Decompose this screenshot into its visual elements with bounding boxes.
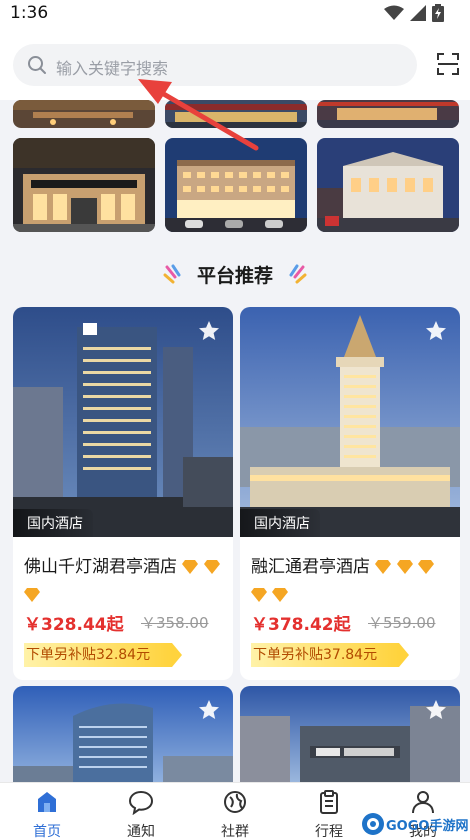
hotel-price: ￥378.42起 xyxy=(251,615,351,635)
section-header: 平台推荐 xyxy=(0,256,470,292)
tab-label: 社群 xyxy=(221,824,249,840)
hotel-thumbnail[interactable] xyxy=(13,100,155,128)
section-title: 平台推荐 xyxy=(196,264,273,287)
status-icons xyxy=(384,4,444,22)
watermark: GOGO手游网 xyxy=(360,808,470,840)
hotel-name: 融汇通君亭酒店 xyxy=(251,553,455,609)
home-icon xyxy=(38,792,56,812)
hotel-price: ￥328.44起 xyxy=(24,615,124,635)
hotel-category-tag: 国内酒店 xyxy=(240,509,320,537)
diamond-icon xyxy=(24,588,40,602)
hotel-thumbnail[interactable] xyxy=(317,100,459,128)
tab-label: 通知 xyxy=(127,824,155,840)
watermark-logo-icon xyxy=(362,813,384,835)
hotel-original-price: ￥358.00 xyxy=(141,614,209,632)
favorite-star-icon[interactable] xyxy=(424,319,448,343)
subsidy-badge: 下单另补贴32.84元 xyxy=(24,643,183,667)
hotel-thumbnail[interactable] xyxy=(165,100,307,128)
favorite-star-icon[interactable] xyxy=(424,698,448,722)
hotel-name-text: 佛山千灯湖君亭酒店 xyxy=(24,557,177,577)
chat-bubble-icon xyxy=(128,790,154,815)
community-icon xyxy=(224,791,246,813)
sparkle-right-icon xyxy=(289,264,307,284)
hotel-card[interactable]: 国内酒店 融汇通君亭酒店 ￥378.42起 ￥559.00 下单另补贴37.84… xyxy=(240,307,460,680)
scan-icon[interactable] xyxy=(436,52,460,76)
diamond-icon xyxy=(272,588,289,602)
diamond-icon xyxy=(251,588,267,602)
search-bar: 输入关键字搜索 xyxy=(0,28,470,100)
search-icon xyxy=(28,56,46,74)
clipboard-icon xyxy=(320,790,338,814)
status-bar: 1:36 xyxy=(0,0,470,28)
hotel-thumbnail-row-2 xyxy=(13,138,459,232)
subsidy-badge: 下单另补贴37.84元 xyxy=(251,643,410,667)
hotel-name-text: 融汇通君亭酒店 xyxy=(251,557,370,577)
wifi-icon xyxy=(384,5,404,20)
hotel-image: 国内酒店 xyxy=(13,307,233,537)
hotel-thumbnail[interactable] xyxy=(317,138,459,232)
tab-notifications[interactable]: 通知 xyxy=(94,783,188,840)
hotel-thumbnail-row-1 xyxy=(13,100,459,128)
battery-icon xyxy=(432,4,444,22)
hotel-card[interactable] xyxy=(240,686,460,782)
watermark-text: GOGO手游网 xyxy=(386,819,469,834)
favorite-star-icon[interactable] xyxy=(197,319,221,343)
hotel-card[interactable]: 国内酒店 佛山千灯湖君亭酒店 ￥328.44起 ￥358.00 下单另补贴32.… xyxy=(13,307,233,680)
tab-home[interactable]: 首页 xyxy=(0,783,94,840)
hotel-category-tag: 国内酒店 xyxy=(13,509,93,537)
sparkle-left-icon xyxy=(163,264,181,284)
signal-icon xyxy=(410,5,426,21)
tab-label: 首页 xyxy=(33,824,61,840)
diamond-icon xyxy=(203,560,220,574)
diamond-icon xyxy=(396,560,413,574)
hotel-original-price: ￥559.00 xyxy=(368,614,436,632)
diamond-icon xyxy=(182,560,199,574)
hotel-card[interactable] xyxy=(13,686,233,782)
search-input[interactable]: 输入关键字搜索 xyxy=(13,44,417,86)
search-placeholder: 输入关键字搜索 xyxy=(56,59,169,78)
favorite-star-icon[interactable] xyxy=(197,698,221,722)
hotel-name: 佛山千灯湖君亭酒店 xyxy=(24,553,228,609)
status-time: 1:36 xyxy=(10,3,49,23)
tab-community[interactable]: 社群 xyxy=(188,783,282,840)
hotel-thumbnail[interactable] xyxy=(13,138,155,232)
diamond-icon xyxy=(418,560,435,574)
diamond-icon xyxy=(375,560,392,574)
hotel-thumbnail[interactable] xyxy=(165,138,307,232)
hotel-image: 国内酒店 xyxy=(240,307,460,537)
